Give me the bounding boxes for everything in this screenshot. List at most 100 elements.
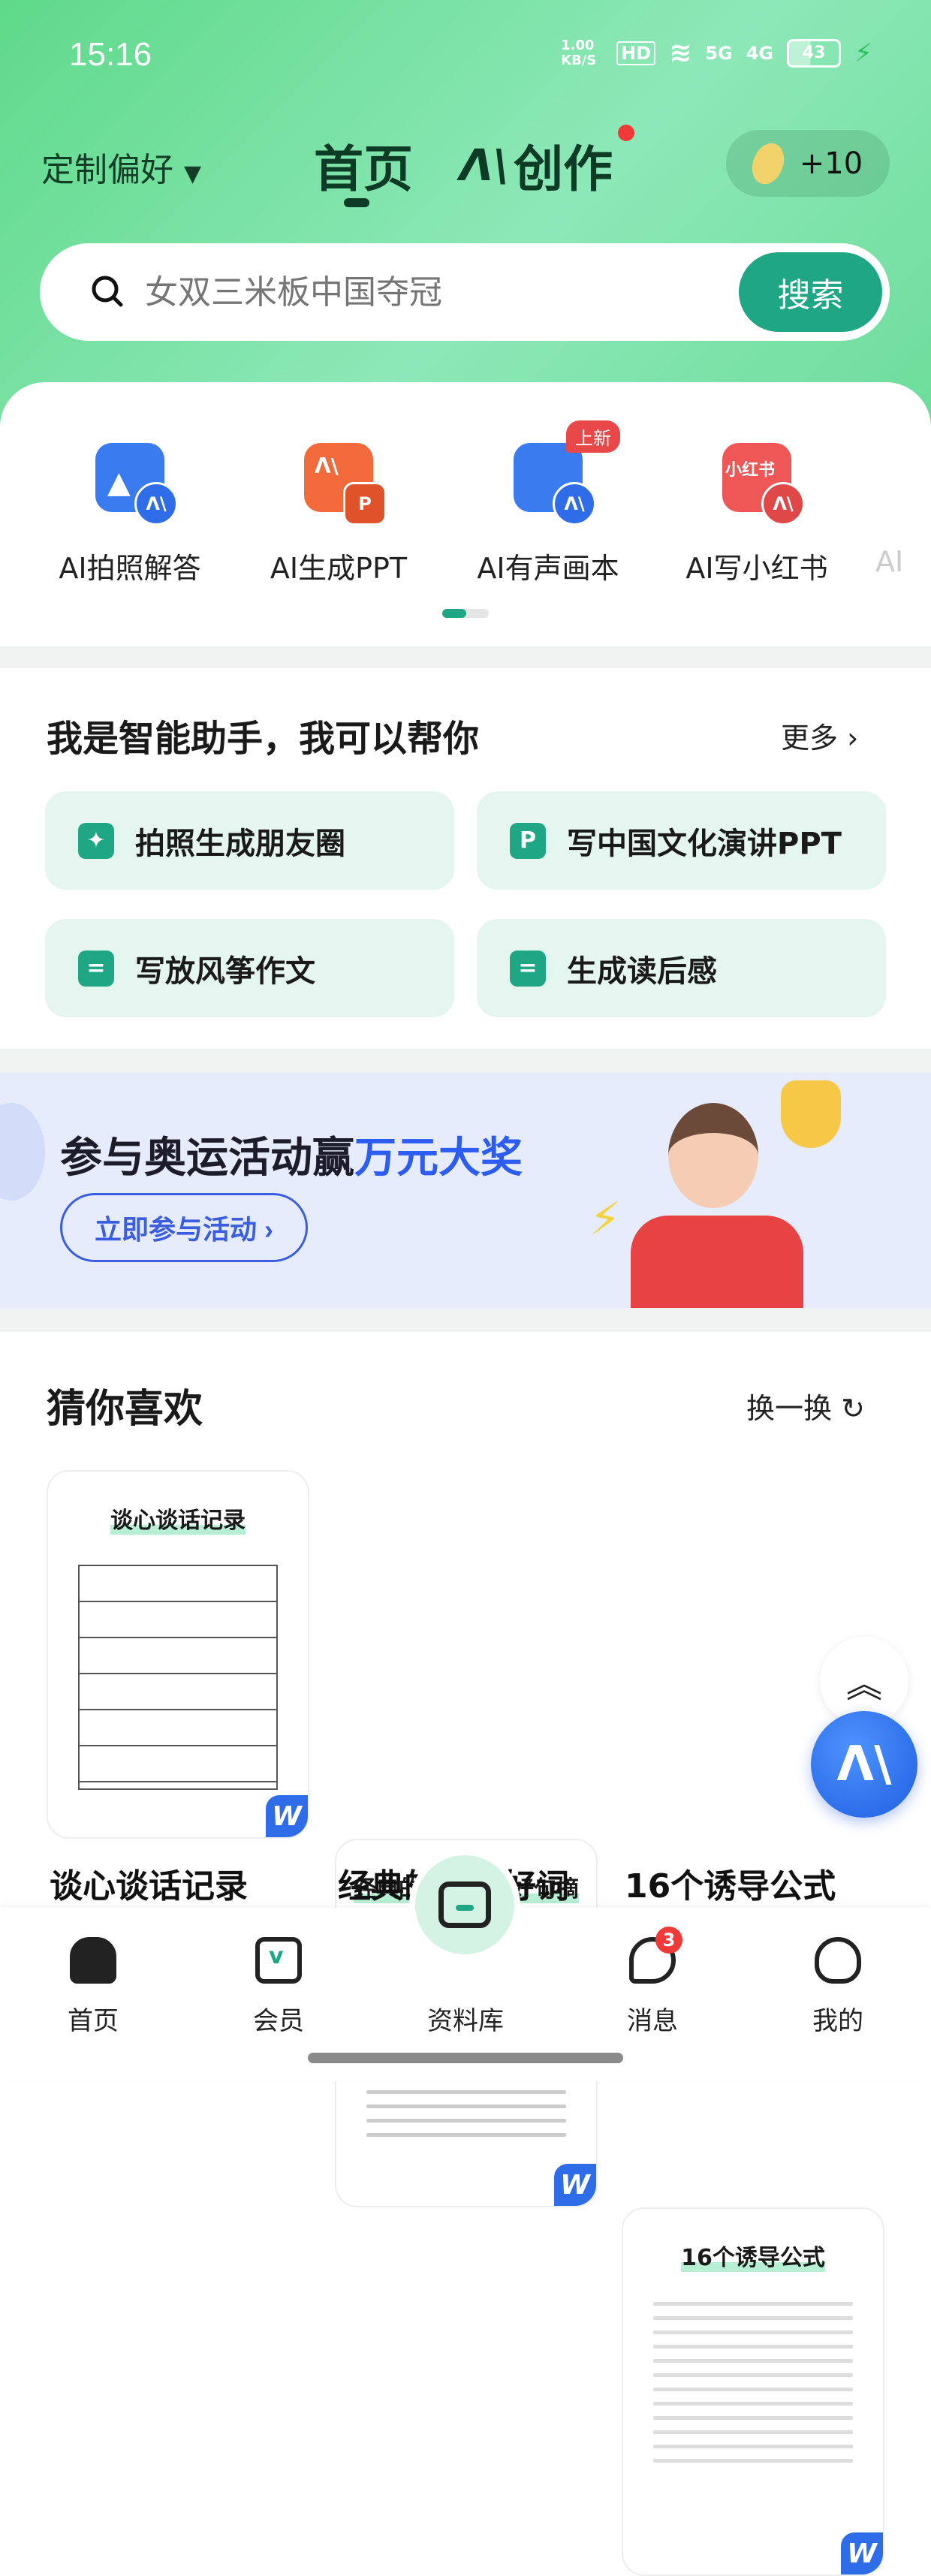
ai-badge-icon: Λ\ — [761, 482, 805, 526]
tool-ai-photo-answer[interactable]: ▲ Λ\ AI拍照解答 — [40, 443, 220, 586]
home-icon — [70, 1937, 116, 1984]
doc-cover-title: 谈心谈话记录 — [110, 1502, 246, 1535]
tool-label: AI拍照解答 — [59, 552, 201, 585]
magic-photo-icon: ✦ — [78, 822, 114, 859]
quick-label: 拍照生成朋友圈 — [135, 826, 345, 861]
doc-preview — [623, 2302, 883, 2463]
tool-label: AI — [875, 545, 904, 578]
assistant-title: 我是智能助手，我可以帮你 — [47, 718, 480, 760]
ai-badge-icon: Λ\ — [134, 482, 178, 526]
quick-kite-essay[interactable]: = 写放风筝作文 — [45, 919, 454, 1017]
nav-library-button[interactable] — [409, 1849, 520, 1960]
banner-title-main: 参与奥运活动赢 — [60, 1134, 354, 1183]
nav-label: 首页 — [68, 2006, 119, 2036]
tool-ai-audio-picturebook[interactable]: 上新 Λ\ AI有声画本 — [458, 420, 638, 586]
divider — [0, 1049, 931, 1073]
tool-ai-ppt[interactable]: Λ\ P AI生成PPT — [249, 443, 429, 586]
signal-5g: 5G — [705, 42, 733, 64]
banner-title: 参与奥运活动赢万元大奖 — [60, 1124, 523, 1185]
hd-icon: HD — [616, 41, 656, 65]
ppt-icon: P — [510, 822, 546, 859]
tab-home[interactable]: 首页 — [314, 129, 413, 201]
quick-book-review[interactable]: = 生成读后感 — [477, 919, 886, 1017]
word-doc-icon: W — [841, 2532, 883, 2574]
nav-home[interactable]: 首页 — [33, 1937, 153, 2037]
nav-label: 消息 — [627, 2006, 678, 2036]
ai-assistant-float-button[interactable]: Λ\ — [811, 1711, 917, 1818]
tool-label: AI生成PPT — [270, 552, 408, 585]
nav-library[interactable]: 资料库 — [405, 1984, 526, 2037]
notification-dot — [618, 125, 634, 141]
message-badge: 3 — [655, 1927, 682, 1954]
more-label: 更多 — [781, 722, 839, 755]
banner-title-highlight: 万元大奖 — [354, 1134, 523, 1183]
wifi-icon: ≋ — [669, 38, 692, 68]
nav-messages[interactable]: 3 消息 — [592, 1927, 713, 2037]
quick-label: 写中国文化演讲PPT — [567, 826, 842, 861]
xiaohongshu-icon-text: 小红书 — [725, 461, 776, 480]
search-input[interactable] — [145, 273, 670, 312]
network-speed: 1.00 KB/S — [561, 37, 597, 68]
preference-dropdown[interactable]: 定制偏好 ▼ — [41, 143, 201, 191]
vip-folder-icon: v — [255, 1937, 302, 1984]
doc-caption[interactable]: 谈心谈话记录 — [50, 1859, 248, 1907]
ppt-tool-icon: Λ\ P — [304, 443, 387, 526]
tab-create[interactable]: Λ\ 创作 — [459, 129, 613, 201]
p-badge-icon: P — [343, 482, 387, 526]
xiaohongshu-icon: 小红书 Λ\ — [722, 443, 805, 526]
quick-label: 写放风筝作文 — [135, 954, 315, 989]
quick-photo-moments[interactable]: ✦ 拍照生成朋友圈 — [45, 791, 454, 890]
quick-label: 生成读后感 — [567, 954, 717, 989]
trophy-icon — [781, 1080, 841, 1148]
doc-card[interactable]: 16个诱导公式 W — [622, 2207, 884, 2576]
quick-culture-ppt[interactable]: P 写中国文化演讲PPT — [477, 791, 886, 890]
ai-logo-icon: Λ\ — [459, 140, 510, 191]
decor-shape — [0, 1103, 45, 1201]
coin-button[interactable]: +10 — [726, 130, 890, 197]
paintbrush-icon: 上新 Λ\ — [514, 420, 620, 526]
status-icons: 1.00 KB/S HD ≋ 5G 4G 43 ⚡ — [561, 38, 872, 68]
word-doc-icon: W — [266, 1795, 308, 1837]
doc-caption[interactable]: 16个诱导公式 — [625, 1859, 836, 1907]
tool-ai-xiaohongshu[interactable]: 小红书 Λ\ AI写小红书 — [667, 443, 847, 586]
preference-label: 定制偏好 — [41, 151, 173, 189]
divider — [0, 646, 931, 668]
nav-profile[interactable]: 我的 — [778, 1937, 898, 2037]
olympic-banner[interactable]: 参与奥运活动赢万元大奖 立即参与活动 › ⚡ — [0, 1073, 931, 1308]
document-icon: = — [510, 950, 546, 987]
chevron-right-icon: › — [847, 722, 859, 755]
nav-member[interactable]: v 会员 — [218, 1937, 339, 2037]
home-indicator[interactable] — [308, 2053, 623, 2063]
more-link[interactable]: 更多 › — [781, 715, 858, 756]
search-button[interactable]: 搜索 — [739, 252, 882, 332]
refresh-button[interactable]: 换一换 ↻ — [746, 1385, 865, 1427]
tab-create-label: 创作 — [514, 140, 613, 198]
search-bar: 搜索 — [40, 243, 890, 341]
photo-icon: ▲ Λ\ — [95, 443, 178, 526]
search-icon — [92, 276, 123, 307]
tool-partial[interactable]: AI — [875, 443, 931, 578]
bean-icon — [746, 138, 790, 188]
word-doc-icon: W — [554, 2164, 596, 2206]
join-activity-button[interactable]: 立即参与活动 › — [60, 1193, 308, 1262]
doc-preview — [78, 1565, 278, 1790]
doc-cover-title: 16个诱导公式 — [681, 2239, 825, 2272]
charging-icon: ⚡ — [854, 38, 872, 68]
new-badge: 上新 — [566, 420, 620, 453]
tool-label: AI写小红书 — [685, 552, 828, 585]
status-time: 15:16 — [69, 36, 152, 73]
battery-icon: 43 — [787, 38, 842, 68]
ai-logo-icon: Λ\ — [836, 1737, 892, 1792]
refresh-icon: ↻ — [841, 1392, 865, 1425]
coin-count: +10 — [799, 146, 863, 181]
refresh-label: 换一换 — [746, 1392, 833, 1425]
folder-icon — [438, 1882, 491, 1928]
recommend-title: 猜你喜欢 — [47, 1387, 203, 1432]
lightning-icon: ⚡ — [589, 1193, 622, 1246]
doc-card[interactable]: 谈心谈话记录 W — [47, 1470, 309, 1839]
nav-label: 我的 — [812, 2006, 863, 2036]
carousel-indicator — [442, 609, 489, 618]
double-chevron-up-icon: ︽ — [845, 1664, 882, 1706]
ai-badge-icon: Λ\ — [553, 482, 596, 526]
caret-down-icon: ▼ — [184, 161, 202, 187]
